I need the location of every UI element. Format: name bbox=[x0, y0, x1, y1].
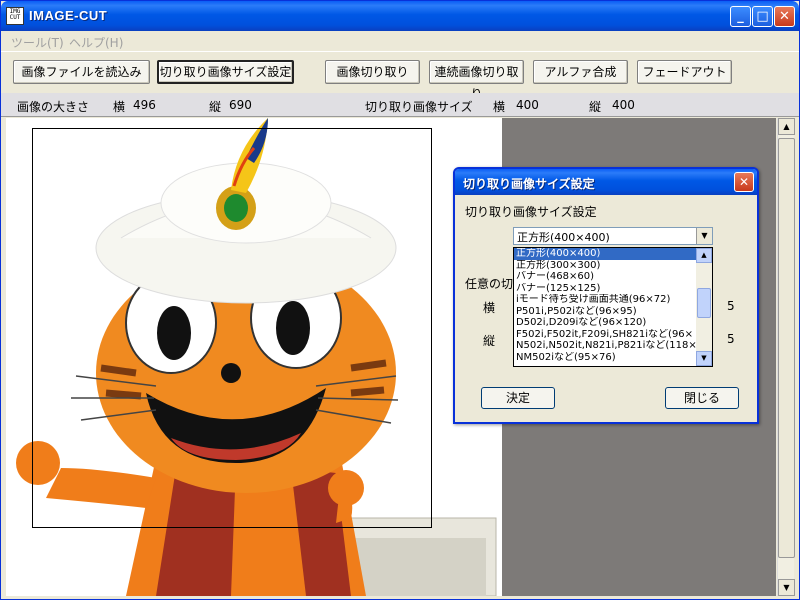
dialog-title: 切り取り画像サイズ設定 bbox=[463, 177, 595, 191]
dropdown-scroll-down-icon[interactable]: ▼ bbox=[696, 351, 712, 366]
close-button[interactable]: ✕ bbox=[774, 6, 795, 27]
crop-size-settings-button[interactable]: 切り取り画像サイズ設定 bbox=[157, 60, 294, 84]
image-size-label: 画像の大きさ bbox=[17, 100, 90, 114]
image-width-label: 横 bbox=[113, 100, 126, 114]
image-width-value: 496 bbox=[133, 98, 156, 112]
minimize-button[interactable]: _ bbox=[730, 6, 751, 27]
custom-width-label: 横 bbox=[483, 301, 496, 315]
dialog-title-bar[interactable]: 切り取り画像サイズ設定 ✕ bbox=[455, 169, 757, 195]
info-bar: 画像の大きさ 横 496 縦 690 切り取り画像サイズ 横 400 縦 400 bbox=[1, 93, 799, 117]
dropdown-option[interactable]: バナー(125×125) bbox=[514, 283, 697, 295]
crop-image-button[interactable]: 画像切り取り bbox=[325, 60, 420, 84]
crop-width-label: 横 bbox=[493, 100, 506, 114]
dialog-close-icon[interactable]: ✕ bbox=[734, 172, 754, 192]
app-icon[interactable]: IMG CUT bbox=[6, 7, 24, 25]
ok-button[interactable]: 決定 bbox=[481, 387, 555, 409]
scroll-up-button[interactable]: ▲ bbox=[778, 118, 795, 135]
dropdown-option[interactable]: N502i,N502it,N821i,P821iなど(118× bbox=[514, 340, 697, 352]
section-label: 切り取り画像サイズ設定 bbox=[465, 205, 597, 219]
window-title: IMAGE-CUT bbox=[29, 8, 108, 23]
dropdown-option[interactable]: iモード待ち受け画面共通(96×72) bbox=[514, 294, 697, 306]
continuous-crop-button[interactable]: 連続画像切り取り bbox=[429, 60, 524, 101]
custom-size-label: 任意の切 bbox=[465, 277, 514, 291]
dropdown-option[interactable]: F502i,F502it,F209i,SH821iなど(96× bbox=[514, 329, 697, 341]
crop-size-select[interactable]: 正方形(400×400) ▼ bbox=[513, 227, 713, 245]
dropdown-option[interactable]: バナー(468×60) bbox=[514, 271, 697, 283]
menu-help[interactable]: ヘルプ(H) bbox=[69, 34, 123, 51]
fade-out-button[interactable]: フェードアウト bbox=[637, 60, 732, 84]
crop-size-dialog: 切り取り画像サイズ設定 ✕ 切り取り画像サイズ設定 正方形(400×400) ▼… bbox=[453, 167, 759, 424]
load-image-button[interactable]: 画像ファイルを読込み bbox=[13, 60, 150, 84]
dropdown-option[interactable]: P501i,P502iなど(96×95) bbox=[514, 306, 697, 318]
close-dialog-button[interactable]: 閉じる bbox=[665, 387, 739, 409]
dropdown-option[interactable]: 正方形(400×400) bbox=[514, 248, 697, 260]
maximize-button[interactable]: □ bbox=[752, 6, 773, 27]
title-bar[interactable]: IMG CUT IMAGE-CUT _ □ ✕ bbox=[1, 1, 799, 31]
scroll-down-button[interactable]: ▼ bbox=[778, 579, 795, 596]
image-height-value: 690 bbox=[229, 98, 252, 112]
vertical-scrollbar[interactable]: ▲ ▼ bbox=[777, 118, 795, 596]
custom-height-label: 縦 bbox=[483, 334, 496, 348]
alpha-blend-button[interactable]: アルファ合成 bbox=[533, 60, 628, 84]
crop-height-label: 縦 bbox=[589, 100, 602, 114]
menu-bar: ツール(T) ヘルプ(H) bbox=[1, 31, 799, 51]
dropdown-option[interactable]: 正方形(300×300) bbox=[514, 260, 697, 272]
dropdown-scrollbar[interactable]: ▲ ▼ bbox=[696, 248, 712, 366]
dropdown-option[interactable]: D502i,D209iなど(96×120) bbox=[514, 317, 697, 329]
toolbar: 画像ファイルを読込み 切り取り画像サイズ設定 画像切り取り 連続画像切り取り ア… bbox=[1, 51, 799, 101]
crop-height-value: 400 bbox=[612, 98, 635, 112]
crop-size-label: 切り取り画像サイズ bbox=[365, 100, 473, 114]
image-height-label: 縦 bbox=[209, 100, 222, 114]
custom-height-tail: 5 bbox=[727, 332, 735, 346]
dropdown-scroll-thumb[interactable] bbox=[697, 288, 711, 318]
chevron-down-icon[interactable]: ▼ bbox=[696, 228, 712, 244]
select-value: 正方形(400×400) bbox=[517, 231, 610, 244]
scroll-thumb[interactable] bbox=[778, 138, 795, 558]
crop-size-dropdown-list[interactable]: 正方形(400×400) 正方形(300×300) バナー(468×60) バナ… bbox=[513, 247, 713, 367]
dropdown-scroll-up-icon[interactable]: ▲ bbox=[696, 248, 712, 263]
crop-selection-rectangle[interactable] bbox=[32, 128, 432, 528]
dropdown-option[interactable]: NM502iなど(95×76) bbox=[514, 352, 697, 364]
crop-width-value: 400 bbox=[516, 98, 539, 112]
loaded-image[interactable] bbox=[6, 118, 502, 596]
custom-width-tail: 5 bbox=[727, 299, 735, 313]
menu-tools[interactable]: ツール(T) bbox=[11, 34, 64, 51]
